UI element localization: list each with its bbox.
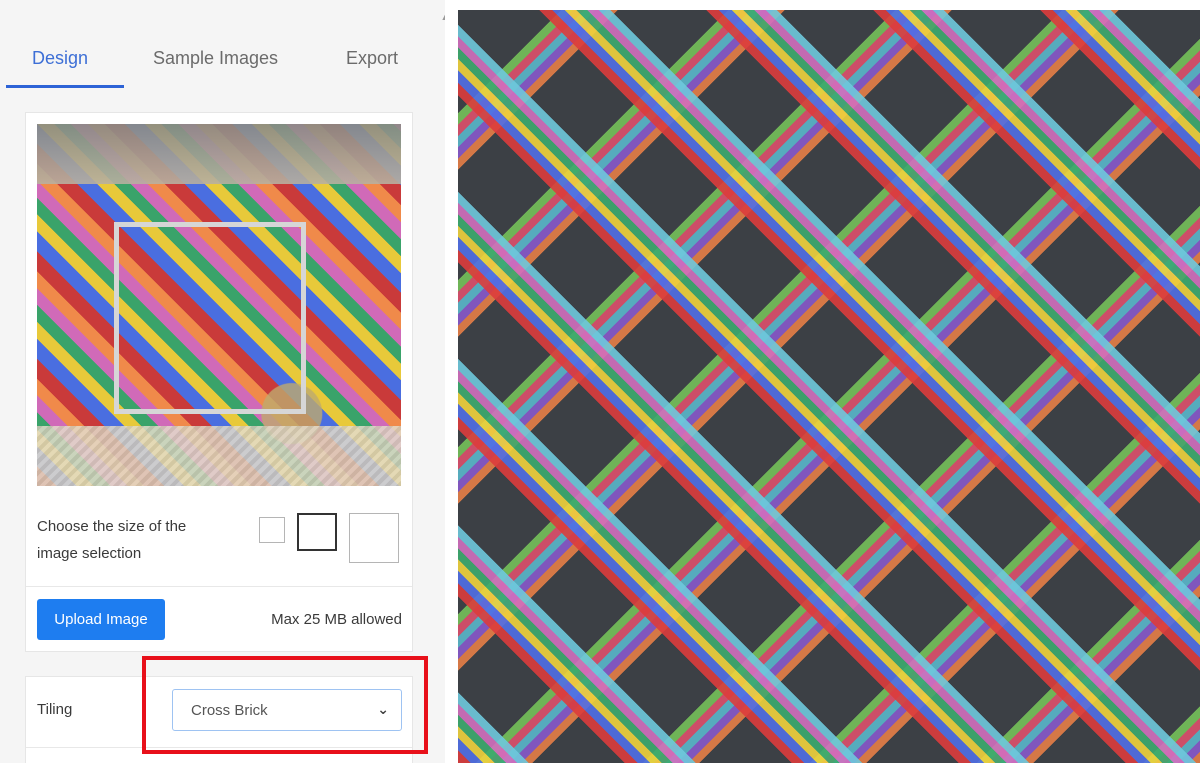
tab-design[interactable]: Design: [32, 48, 88, 69]
sidebar-panel: ▲ Design Sample Images Export Choose the…: [0, 0, 445, 763]
size-selection-label: Choose the size of the image selection: [37, 518, 187, 562]
card-divider: [26, 586, 412, 587]
tiled-pattern-preview: [458, 10, 1200, 763]
tiling-label: Tiling: [37, 701, 73, 718]
tab-bar: Design Sample Images Export: [0, 28, 445, 88]
tab-export[interactable]: Export: [346, 48, 398, 69]
image-background-bottom: [37, 426, 401, 486]
tab-sample-images[interactable]: Sample Images: [153, 48, 278, 69]
size-option-large[interactable]: [349, 513, 399, 563]
annotation-highlight-box: [142, 656, 428, 754]
max-size-note: Max 25 MB allowed: [271, 611, 402, 628]
size-option-medium[interactable]: [297, 513, 337, 551]
image-background-top: [37, 124, 401, 184]
active-tab-underline: [6, 85, 124, 88]
upload-image-button[interactable]: Upload Image: [37, 599, 165, 640]
source-image-preview: [37, 124, 401, 486]
image-card: Choose the size of the image selection U…: [25, 112, 413, 652]
image-selection-box[interactable]: [114, 222, 306, 414]
scroll-up-arrow-icon[interactable]: ▲: [438, 10, 445, 24]
size-option-small[interactable]: [259, 517, 285, 543]
